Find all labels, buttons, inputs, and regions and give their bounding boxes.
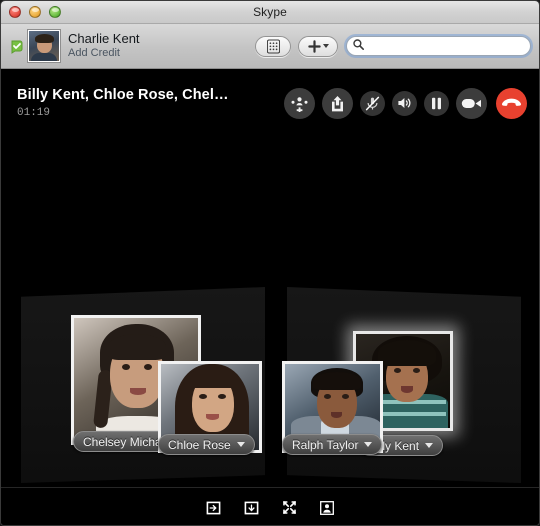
panel-bottom-icon <box>244 501 259 515</box>
microphone-muted-icon <box>365 96 380 111</box>
participant-name: Ralph Taylor <box>292 437 359 452</box>
online-status-icon[interactable] <box>9 38 25 54</box>
call-header: Billy Kent, Chloe Rose, Chel… 01:19 <box>1 69 539 137</box>
participant-name-pill[interactable]: Chloe Rose <box>158 434 255 455</box>
video-camera-icon <box>461 97 482 110</box>
end-call-button[interactable] <box>496 87 527 119</box>
account-info: Charlie Kent Add Credit <box>68 31 140 60</box>
add-credit-link[interactable]: Add Credit <box>68 47 140 60</box>
dialpad-button[interactable] <box>255 35 291 57</box>
call-title-block: Billy Kent, Chloe Rose, Chel… 01:19 <box>17 87 229 119</box>
hold-button[interactable] <box>424 90 449 116</box>
mute-button[interactable] <box>360 90 385 116</box>
video-stage: Chelsey Michaels Billy Kent Chloe Rose R… <box>1 137 539 487</box>
participant-tile[interactable]: Chloe Rose <box>158 361 262 455</box>
hangup-icon <box>501 97 522 110</box>
search-field[interactable] <box>346 36 531 56</box>
video-button[interactable] <box>456 87 487 119</box>
contact-card-icon <box>320 500 334 515</box>
chevron-down-icon <box>322 44 329 48</box>
account-toolbar: Charlie Kent Add Credit <box>1 24 539 69</box>
call-duration: 01:19 <box>17 107 51 119</box>
add-people-icon <box>290 95 309 112</box>
skype-call-window: Skype Charlie Kent Add Credit Billy Kent… <box>0 0 540 526</box>
participant-name: Chloe Rose <box>168 437 231 452</box>
share-button[interactable] <box>322 87 353 119</box>
bottom-toolbar <box>1 487 539 525</box>
search-icon <box>353 37 364 55</box>
account-name: Charlie Kent <box>68 31 140 47</box>
speaker-button[interactable] <box>392 90 417 116</box>
fullscreen-button[interactable] <box>281 500 297 516</box>
call-participants-title: Billy Kent, Chloe Rose, Chel… <box>17 87 229 103</box>
add-people-button[interactable] <box>284 87 315 119</box>
show-bottom-panel-button[interactable] <box>243 500 259 516</box>
window-titlebar: Skype <box>1 1 539 24</box>
window-title: Skype <box>253 5 287 19</box>
call-controls <box>277 87 527 119</box>
chevron-down-icon <box>364 442 373 447</box>
chevron-down-icon <box>236 442 245 447</box>
add-contact-button[interactable] <box>298 35 338 57</box>
panel-right-icon <box>206 501 221 515</box>
dialpad-icon <box>266 38 280 54</box>
show-sidebar-button[interactable] <box>205 500 221 516</box>
share-icon <box>329 95 346 112</box>
search-input[interactable] <box>368 39 524 53</box>
contact-info-button[interactable] <box>319 500 335 516</box>
speaker-icon <box>397 96 412 110</box>
user-avatar[interactable] <box>28 30 60 62</box>
fullscreen-icon <box>282 500 297 515</box>
participant-name-pill[interactable]: Ralph Taylor <box>282 434 383 455</box>
plus-icon <box>307 39 321 53</box>
pause-icon <box>431 97 442 110</box>
chevron-down-icon <box>425 443 434 448</box>
participant-tile[interactable]: Ralph Taylor <box>282 361 383 455</box>
